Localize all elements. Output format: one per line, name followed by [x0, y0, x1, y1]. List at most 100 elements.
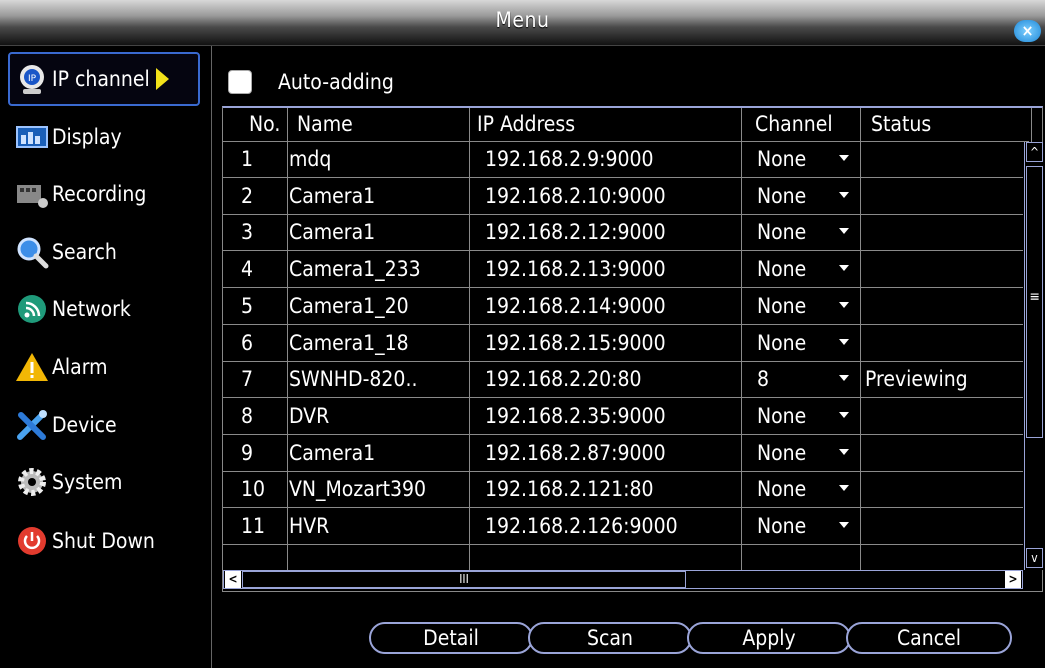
sidebar-item-network[interactable]: Network [10, 283, 200, 335]
cell-no: 7 [241, 367, 254, 392]
channel-dropdown-arrow-icon[interactable] [839, 522, 849, 528]
table-row[interactable]: 8 DVR 192.168.2.35:9000 None [223, 399, 1023, 435]
cell-no: 8 [241, 403, 254, 428]
sidebar-item-device[interactable]: Device [10, 399, 200, 451]
cell-channel[interactable]: None [757, 477, 806, 501]
table-row[interactable]: 1 mdq 192.168.2.9:9000 None [223, 142, 1023, 178]
camera-icon: IP [14, 61, 50, 97]
channel-dropdown-arrow-icon[interactable] [839, 448, 849, 455]
scroll-down-button[interactable]: v [1026, 548, 1043, 568]
cell-ip-address: 192.168.2.14:9000 [485, 293, 666, 318]
cell-name: Camera1_233 [289, 257, 421, 282]
table-row[interactable]: 5 Camera1_20 192.168.2.14:9000 None [223, 289, 1023, 325]
sidebar-item-recording[interactable]: Recording [10, 168, 200, 220]
cell-ip-address: 192.168.2.15:9000 [485, 330, 666, 355]
cell-no: 1 [241, 147, 254, 171]
column-header-no: No. [249, 112, 281, 136]
table-row[interactable]: 2 Camera1 192.168.2.10:9000 None [223, 179, 1023, 215]
detail-button[interactable]: Detail [369, 622, 533, 654]
scroll-right-button[interactable]: > [1005, 571, 1021, 588]
column-header-name: Name [297, 112, 353, 136]
title-bar: Menu × [0, 0, 1045, 46]
cell-channel[interactable]: None [757, 147, 806, 171]
channel-dropdown-arrow-icon[interactable] [839, 191, 849, 198]
cell-no: 5 [241, 293, 254, 318]
channel-dropdown-arrow-icon[interactable] [839, 485, 849, 492]
cell-channel[interactable]: None [757, 220, 806, 244]
cell-name: Camera1 [289, 220, 376, 245]
cancel-button[interactable]: Cancel [846, 622, 1012, 654]
cell-ip-address: 192.168.2.35:9000 [485, 403, 666, 428]
cell-channel[interactable]: None [757, 514, 806, 538]
cell-channel[interactable]: None [757, 404, 806, 428]
system-icon [14, 464, 50, 500]
table-row[interactable]: 10 VN_Mozart390 192.168.2.121:80 None [223, 472, 1023, 509]
scan-button[interactable]: Scan [528, 622, 692, 654]
network-icon [14, 291, 50, 327]
sidebar: IP IP channel Display Recording Search N… [0, 46, 212, 668]
cell-no: 4 [241, 257, 254, 282]
sidebar-item-label: Display [52, 125, 122, 149]
cell-name: HVR [289, 514, 330, 538]
table-row[interactable]: 9 Camera1 192.168.2.87:9000 None [223, 436, 1023, 472]
sidebar-item-display[interactable]: Display [10, 111, 200, 163]
table-row[interactable]: 6 Camera1_18 192.168.2.15:9000 None [223, 326, 1023, 362]
auto-adding-option: Auto-adding [228, 66, 394, 98]
vertical-scroll-thumb[interactable]: ≡ [1026, 166, 1043, 438]
vertical-scrollbar[interactable]: ^ ≡ v [1024, 142, 1043, 570]
sidebar-item-search[interactable]: Search [10, 226, 200, 278]
cell-ip-address: 192.168.2.13:9000 [485, 257, 666, 282]
channel-dropdown-arrow-icon[interactable] [839, 155, 849, 161]
sidebar-item-system[interactable]: System [10, 456, 200, 508]
cell-channel[interactable]: None [757, 257, 806, 281]
cell-channel[interactable]: None [757, 441, 806, 465]
table-row[interactable]: 3 Camera1 192.168.2.12:9000 None [223, 215, 1023, 252]
scroll-up-button[interactable]: ^ [1026, 142, 1043, 162]
channel-dropdown-arrow-icon[interactable] [839, 375, 849, 382]
cell-ip-address: 192.168.2.126:9000 [485, 514, 678, 538]
sidebar-item-label: System [52, 470, 123, 494]
sidebar-item-label: Alarm [52, 355, 108, 379]
window-title: Menu [495, 8, 550, 32]
auto-adding-label: Auto-adding [278, 70, 394, 94]
cell-ip-address: 192.168.2.9:9000 [485, 147, 654, 171]
power-icon [14, 523, 50, 559]
sidebar-item-label: Recording [52, 182, 147, 206]
display-icon [14, 119, 50, 155]
table-row[interactable]: 7 SWNHD-820.. 192.168.2.20:80 8 Previewing [223, 362, 1023, 399]
horizontal-scroll-thumb[interactable]: III [242, 571, 686, 588]
sidebar-item-alarm[interactable]: Alarm [10, 341, 200, 393]
channel-dropdown-arrow-icon[interactable] [839, 265, 849, 272]
sidebar-item-shut-down[interactable]: Shut Down [10, 515, 200, 567]
cell-name: DVR [289, 403, 330, 428]
cell-channel[interactable]: 8 [757, 367, 769, 391]
chevron-right-icon [155, 68, 169, 90]
close-button[interactable]: × [1014, 20, 1041, 42]
cell-no: 3 [241, 220, 254, 245]
column-header-status: Status [871, 112, 932, 136]
column-header-channel: Channel [755, 112, 833, 136]
scroll-left-button[interactable]: < [225, 571, 241, 588]
cell-no: 9 [241, 440, 254, 465]
horizontal-scrollbar[interactable]: < III > [223, 570, 1023, 589]
cell-ip-address: 192.168.2.87:9000 [485, 440, 666, 465]
thumb-grip-icon: ≡ [1029, 289, 1040, 305]
apply-button[interactable]: Apply [687, 622, 851, 654]
channel-dropdown-arrow-icon[interactable] [839, 411, 849, 418]
sidebar-item-ip-channel[interactable]: IP IP channel [8, 52, 200, 106]
cell-no: 6 [241, 330, 254, 355]
cell-channel[interactable]: None [757, 184, 806, 208]
auto-adding-checkbox[interactable] [228, 70, 252, 94]
cell-status: Previewing [865, 367, 968, 392]
cell-name: Camera1_20 [289, 293, 409, 318]
cell-name: mdq [289, 147, 332, 171]
cell-ip-address: 192.168.2.10:9000 [485, 183, 666, 208]
channel-dropdown-arrow-icon[interactable] [839, 338, 849, 345]
channel-dropdown-arrow-icon[interactable] [839, 228, 849, 235]
cell-channel[interactable]: None [757, 294, 806, 318]
channel-dropdown-arrow-icon[interactable] [839, 301, 849, 308]
table-row[interactable]: 4 Camera1_233 192.168.2.13:9000 None [223, 252, 1023, 289]
cell-channel[interactable]: None [757, 331, 806, 355]
table-row[interactable]: 11 HVR 192.168.2.126:9000 None [223, 509, 1023, 545]
grid-line [1031, 108, 1032, 142]
